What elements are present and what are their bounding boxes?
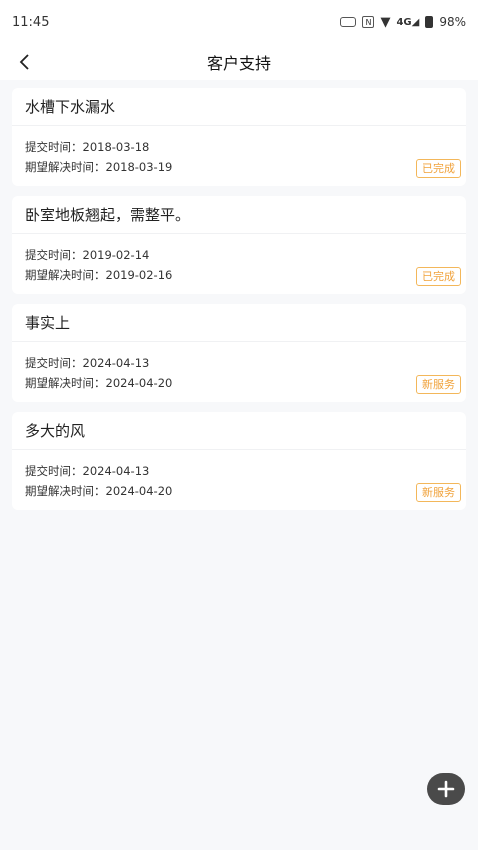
ticket-details: 提交时间：2024-04-13 期望解决时间：2024-04-20 新服务	[12, 342, 466, 402]
battery-icon	[425, 16, 434, 28]
expect-date: 2019-02-16	[105, 268, 173, 282]
submit-label: 提交时间：	[25, 248, 83, 262]
status-badge: 新服务	[416, 483, 461, 502]
ticket-title: 卧室地板翘起，需整平。	[12, 196, 466, 234]
status-bar: 11:45 N ▼ 4G◢ 98%	[0, 0, 478, 44]
expect-row: 期望解决时间：2024-04-20	[25, 373, 453, 393]
submit-label: 提交时间：	[25, 464, 83, 478]
submit-date: 2018-03-18	[82, 140, 150, 154]
status-badge: 已完成	[416, 267, 461, 286]
status-badge: 已完成	[416, 159, 461, 178]
ticket-details: 提交时间：2019-02-14 期望解决时间：2019-02-16 已完成	[12, 234, 466, 294]
status-time: 11:45	[12, 14, 50, 30]
submit-row: 提交时间：2024-04-13	[25, 353, 453, 373]
ticket-details: 提交时间：2018-03-18 期望解决时间：2018-03-19 已完成	[12, 126, 466, 186]
add-ticket-button[interactable]	[427, 773, 465, 805]
ticket-list: 水槽下水漏水 提交时间：2018-03-18 期望解决时间：2018-03-19…	[12, 88, 466, 520]
submit-row: 提交时间：2019-02-14	[25, 245, 453, 265]
page-title: 客户支持	[206, 54, 271, 73]
submit-label: 提交时间：	[25, 140, 83, 154]
ticket-title: 多大的风	[12, 412, 466, 450]
ticket-card[interactable]: 多大的风 提交时间：2024-04-13 期望解决时间：2024-04-20 新…	[12, 412, 466, 510]
status-icons: N ▼ 4G◢ 98%	[340, 15, 466, 30]
ticket-title: 水槽下水漏水	[12, 88, 466, 126]
expect-label: 期望解决时间：	[25, 376, 106, 390]
status-badge: 新服务	[416, 375, 461, 394]
expect-date: 2024-04-20	[105, 376, 173, 390]
vibrate-icon	[340, 17, 357, 27]
expect-label: 期望解决时间：	[25, 484, 106, 498]
signal-4g-icon: 4G◢	[396, 16, 420, 28]
battery-percent: 98%	[439, 15, 466, 29]
expect-row: 期望解决时间：2019-02-16	[25, 265, 453, 285]
submit-label: 提交时间：	[25, 356, 83, 370]
submit-row: 提交时间：2018-03-18	[25, 137, 453, 157]
expect-date: 2018-03-19	[105, 160, 173, 174]
nfc-icon: N	[362, 16, 375, 28]
chevron-left-icon	[19, 54, 29, 70]
expect-date: 2024-04-20	[105, 484, 173, 498]
expect-row: 期望解决时间：2024-04-20	[25, 481, 453, 501]
nav-header: 客户支持	[0, 44, 478, 80]
ticket-card[interactable]: 卧室地板翘起，需整平。 提交时间：2019-02-14 期望解决时间：2019-…	[12, 196, 466, 294]
wifi-icon: ▼	[380, 14, 391, 30]
back-button[interactable]	[10, 48, 38, 76]
submit-date: 2024-04-13	[82, 464, 150, 478]
submit-date: 2019-02-14	[82, 248, 150, 262]
plus-icon	[437, 780, 455, 798]
submit-row: 提交时间：2024-04-13	[25, 461, 453, 481]
ticket-card[interactable]: 事实上 提交时间：2024-04-13 期望解决时间：2024-04-20 新服…	[12, 304, 466, 402]
ticket-card[interactable]: 水槽下水漏水 提交时间：2018-03-18 期望解决时间：2018-03-19…	[12, 88, 466, 186]
expect-label: 期望解决时间：	[25, 268, 106, 282]
ticket-title: 事实上	[12, 304, 466, 342]
expect-row: 期望解决时间：2018-03-19	[25, 157, 453, 177]
submit-date: 2024-04-13	[82, 356, 150, 370]
ticket-details: 提交时间：2024-04-13 期望解决时间：2024-04-20 新服务	[12, 450, 466, 510]
expect-label: 期望解决时间：	[25, 160, 106, 174]
